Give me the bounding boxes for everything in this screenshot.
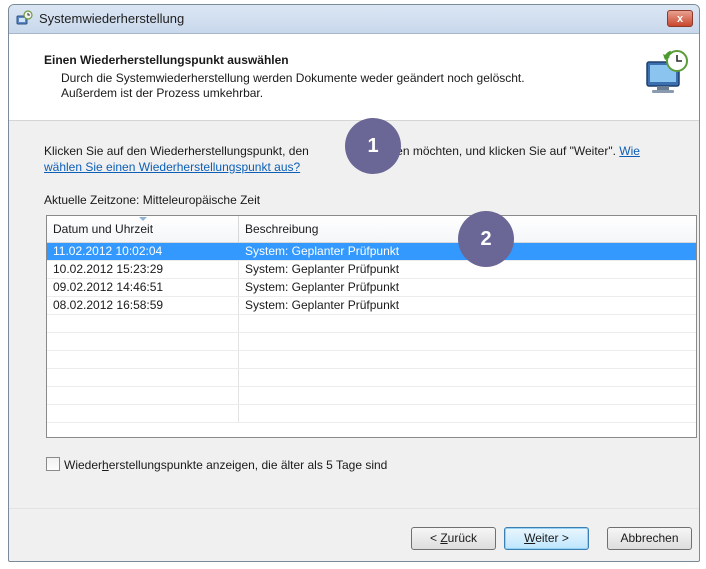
row-date: 08.02.2012 16:58:59	[47, 297, 239, 314]
page-description: Durch die Systemwiederherstellung werden…	[61, 71, 621, 101]
empty-row	[47, 405, 696, 423]
system-restore-icon	[16, 10, 33, 25]
row-date: 10.02.2012 15:23:29	[47, 261, 239, 278]
page-title: Einen Wiederherstellungspunkt auswählen	[44, 53, 289, 67]
next-label-accesskey: W	[524, 531, 536, 545]
table-row[interactable]: 11.02.2012 10:02:04 System: Geplanter Pr…	[47, 243, 696, 261]
next-button[interactable]: Weiter >	[504, 527, 589, 550]
footer-divider	[9, 508, 699, 509]
show-older-points-option[interactable]: Wiederherstellungspunkte anzeigen, die ä…	[46, 457, 387, 473]
timezone-label: Aktuelle Zeitzone: Mitteleuropäische Zei…	[44, 193, 261, 207]
instruction-part-2: en möchten, und klicken Sie auf "Weiter"…	[396, 144, 620, 158]
back-label-pre: <	[429, 531, 441, 545]
next-label-post: eiter >	[535, 531, 569, 545]
table-row[interactable]: 10.02.2012 15:23:29 System: Geplanter Pr…	[47, 261, 696, 279]
help-link-part-2[interactable]: wählen Sie einen Wiederherstellungspunkt…	[44, 160, 300, 174]
row-date: 09.02.2012 14:46:51	[47, 279, 239, 296]
computer-restore-icon	[646, 50, 688, 93]
window-title: Systemwiederherstellung	[39, 11, 185, 26]
row-date: 11.02.2012 10:02:04	[47, 243, 239, 260]
help-link-part-1[interactable]: Wie	[619, 144, 640, 158]
step-badge-2: 2	[458, 211, 514, 267]
column-header-date-label: Datum und Uhrzeit	[53, 222, 154, 236]
title-bar[interactable]: Systemwiederherstellung x	[9, 5, 699, 34]
close-button[interactable]: x	[667, 10, 693, 27]
checkbox-label-accesskey: h	[102, 458, 109, 472]
row-description: System: Geplanter Prüfpunkt	[245, 262, 400, 276]
empty-row	[47, 369, 696, 387]
dialog-window: Systemwiederherstellung x Einen Wiederhe…	[8, 4, 700, 562]
description-line-2: Außerdem ist der Prozess umkehrbar.	[61, 86, 264, 100]
table-row[interactable]: 09.02.2012 14:46:51 System: Geplanter Pr…	[47, 279, 696, 297]
empty-row	[47, 387, 696, 405]
empty-row	[47, 315, 696, 333]
empty-row	[47, 351, 696, 369]
step-badge-1: 1	[345, 118, 401, 174]
checkbox-label-post: erstellungspunkte anzeigen, die älter al…	[108, 458, 388, 472]
sort-indicator-icon	[139, 217, 147, 221]
column-header-description-label: Beschreibung	[245, 222, 319, 236]
column-header-date[interactable]: Datum und Uhrzeit	[47, 216, 239, 242]
show-older-points-checkbox[interactable]	[46, 457, 60, 471]
wizard-header: Einen Wiederherstellungspunkt auswählen …	[9, 34, 699, 121]
cancel-button[interactable]: Abbrechen	[607, 527, 692, 550]
back-label-post: urück	[447, 531, 478, 545]
instruction-part-1: Klicken Sie auf den Wiederherstellungspu…	[44, 144, 309, 158]
checkbox-label-pre: Wieder	[64, 458, 103, 472]
restore-points-list[interactable]: Datum und Uhrzeit Beschreibung 11.02.201…	[46, 215, 697, 438]
description-line-1: Durch die Systemwiederherstellung werden…	[61, 71, 525, 85]
row-description: System: Geplanter Prüfpunkt	[245, 298, 400, 312]
list-header: Datum und Uhrzeit Beschreibung	[47, 216, 696, 243]
table-row[interactable]: 08.02.2012 16:58:59 System: Geplanter Pr…	[47, 297, 696, 315]
back-button[interactable]: < Zurück	[411, 527, 496, 550]
back-label-accesskey: Z	[440, 531, 448, 545]
empty-row	[47, 333, 696, 351]
row-description: System: Geplanter Prüfpunkt	[245, 280, 400, 294]
